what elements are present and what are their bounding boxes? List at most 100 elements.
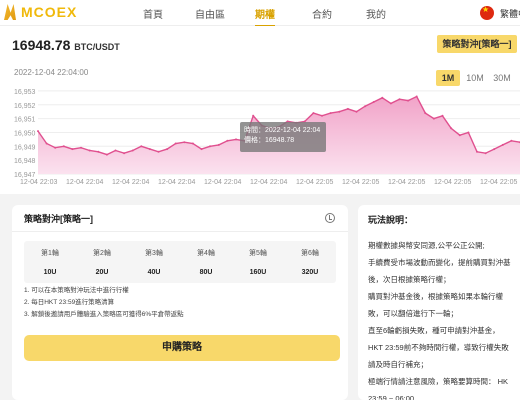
round-amount: 80U xyxy=(199,269,213,276)
data-point xyxy=(140,145,143,148)
china-flag-icon[interactable] xyxy=(480,5,494,20)
range-30m-button[interactable]: 30M xyxy=(490,70,514,86)
ticker-bar: 16948.78 BTC/USDT 策略對沖[策略一] xyxy=(0,26,520,62)
data-point xyxy=(458,134,461,137)
round-cell: 第2輪 20U xyxy=(76,241,128,283)
y-tick-label: 16,951 xyxy=(14,117,36,124)
tooltip-price-label: 價格： xyxy=(244,137,265,144)
rules-line: 23:59 ~ 06:00 xyxy=(368,394,415,400)
note-line: 1. 可以在本策略對沖玩法中進行行權 xyxy=(24,287,129,294)
rules-line: 請及時自行補充； xyxy=(368,360,428,369)
x-tick-label: 12-04 22:05 xyxy=(434,179,471,186)
data-point xyxy=(381,96,384,99)
data-point xyxy=(338,110,341,113)
x-tick-label: 12-04 22:04 xyxy=(204,179,241,186)
rules-line: 後，次日根據策略行權； xyxy=(368,275,451,284)
data-point xyxy=(200,148,203,151)
data-point xyxy=(329,112,332,115)
data-point xyxy=(71,148,74,151)
data-point xyxy=(123,152,126,155)
rules-title: 玩法說明： xyxy=(368,215,414,225)
tooltip-time-label: 時間： xyxy=(244,127,265,134)
y-tick-label: 16,950 xyxy=(14,130,36,137)
rules-line: 極端行情請注意風險，策略要算時間： HK xyxy=(368,377,509,386)
price-chart: 16,953 16,952 16,951 16,950 16,949 16,948 16,9… xyxy=(0,62,520,194)
rules-body: 期權數據與幣安同源,公平公正公開; 手續費受市場波動而變化，提前購買對沖基 後，… xyxy=(368,237,520,400)
data-point xyxy=(54,146,57,149)
data-point xyxy=(407,99,410,102)
rules-line: HKT 23:59前不夠時間行權，導致行權失敗 xyxy=(368,343,509,352)
data-point xyxy=(312,112,315,115)
round-name: 第1輪 xyxy=(41,250,59,257)
rules-line: 手續費受市場波動而變化，提前購買對沖基 xyxy=(368,258,511,267)
data-point xyxy=(510,139,513,142)
top-nav: MCOEX 首頁 自由區 期權 合約 我的 繁體中 xyxy=(0,0,520,27)
data-point xyxy=(441,114,444,117)
data-point xyxy=(209,145,212,148)
y-tick-label: 16,948 xyxy=(14,158,36,165)
round-cell: 第5輪 160U xyxy=(232,241,284,283)
data-point xyxy=(174,142,177,145)
data-point xyxy=(131,149,134,152)
nav-item-mine[interactable]: 我的 xyxy=(366,6,386,21)
x-tick-label: 12-04 22:05 xyxy=(296,179,333,186)
data-point xyxy=(88,149,91,152)
data-point xyxy=(321,114,323,117)
data-point xyxy=(62,145,65,148)
rules-line: 期權數據與幣安同源,公平公正公開; xyxy=(368,241,485,250)
strategy-panel-title: 策略對沖[策略一] xyxy=(24,214,93,224)
strategy-select-button[interactable]: 策略對沖[策略一] xyxy=(437,35,517,53)
data-point xyxy=(97,150,100,153)
round-amount: 160U xyxy=(249,269,267,276)
rules-line: 直至6輪虧損失敗，種可申請對沖基金， xyxy=(368,326,500,335)
range-1m-button[interactable]: 1M xyxy=(436,70,460,86)
buy-strategy-button[interactable]: 申購策略 xyxy=(24,335,340,361)
data-point xyxy=(217,143,220,146)
round-name: 第4輪 xyxy=(197,250,215,257)
x-tick-label: 12-04 22:04 xyxy=(66,179,103,186)
price-value: 16948.78 xyxy=(12,37,71,53)
data-point xyxy=(476,150,478,153)
language-selector[interactable]: 繁體中 xyxy=(500,7,520,20)
x-tick-label: 12-04 22:05 xyxy=(388,179,425,186)
range-selector: 1M 10M 30M 1 xyxy=(436,70,520,86)
x-tick-label: 12-04 22:04 xyxy=(158,179,195,186)
y-tick-label: 16,949 xyxy=(14,144,36,151)
y-tick-label: 16,953 xyxy=(14,89,36,96)
rules-line: 購買對沖基金後，根據策略如果本輪行權 xyxy=(368,292,503,301)
y-tick-label: 16,947 xyxy=(14,172,36,179)
round-amount: 320U xyxy=(301,269,319,276)
data-point xyxy=(467,131,470,134)
x-tick-label: 12-04 22:05 xyxy=(342,179,379,186)
data-point xyxy=(450,127,453,130)
strategy-panel: 策略對沖[策略一] 第1輪 10U 第2輪 20U 第3輪 40U 第4輪 80… xyxy=(12,205,348,400)
rules-panel: 玩法說明： 期權數據與幣安同源,公平公正公開; 手續費受市場波動而變化，提前購買… xyxy=(358,205,520,400)
data-point xyxy=(183,141,186,144)
divider xyxy=(12,231,348,232)
note-line: 2. 每日HKT 23:59進行策略清算 xyxy=(24,299,115,306)
data-point xyxy=(415,95,418,98)
data-point xyxy=(191,142,194,145)
round-cell: 第4輪 80U xyxy=(180,241,232,283)
data-point xyxy=(493,148,496,151)
round-name: 第2輪 xyxy=(93,250,111,257)
nav-item-contracts[interactable]: 合約 xyxy=(312,6,332,21)
chart-timestamp: 2022-12-04 22:04:00 xyxy=(14,68,89,77)
data-point xyxy=(157,150,160,153)
round-amount: 40U xyxy=(147,269,161,276)
chart-tooltip: 時間：2022-12-04 22:04 價格：16948.78 xyxy=(240,122,326,152)
round-cell: 第1輪 10U xyxy=(24,241,76,283)
round-name: 第5輪 xyxy=(249,250,267,257)
brand-logo[interactable]: MCOEX xyxy=(4,4,77,20)
x-tick-label: 12-04 22:03 xyxy=(20,179,57,186)
range-10m-button[interactable]: 10M xyxy=(463,70,487,86)
history-icon[interactable] xyxy=(325,213,335,223)
nav-item-free-zone[interactable]: 自由區 xyxy=(195,6,225,21)
data-point xyxy=(148,148,151,151)
nav-item-home[interactable]: 首頁 xyxy=(143,6,163,21)
note-line: 3. 解鎖後邀請用戶體驗進入策略區可獲得6%平倉帶返點 xyxy=(24,311,184,318)
round-cell: 第6輪 320U xyxy=(284,241,336,283)
tooltip-time: 2022-12-04 22:04 xyxy=(265,127,321,134)
data-point xyxy=(114,149,117,152)
nav-item-options[interactable]: 期權 xyxy=(255,6,275,27)
